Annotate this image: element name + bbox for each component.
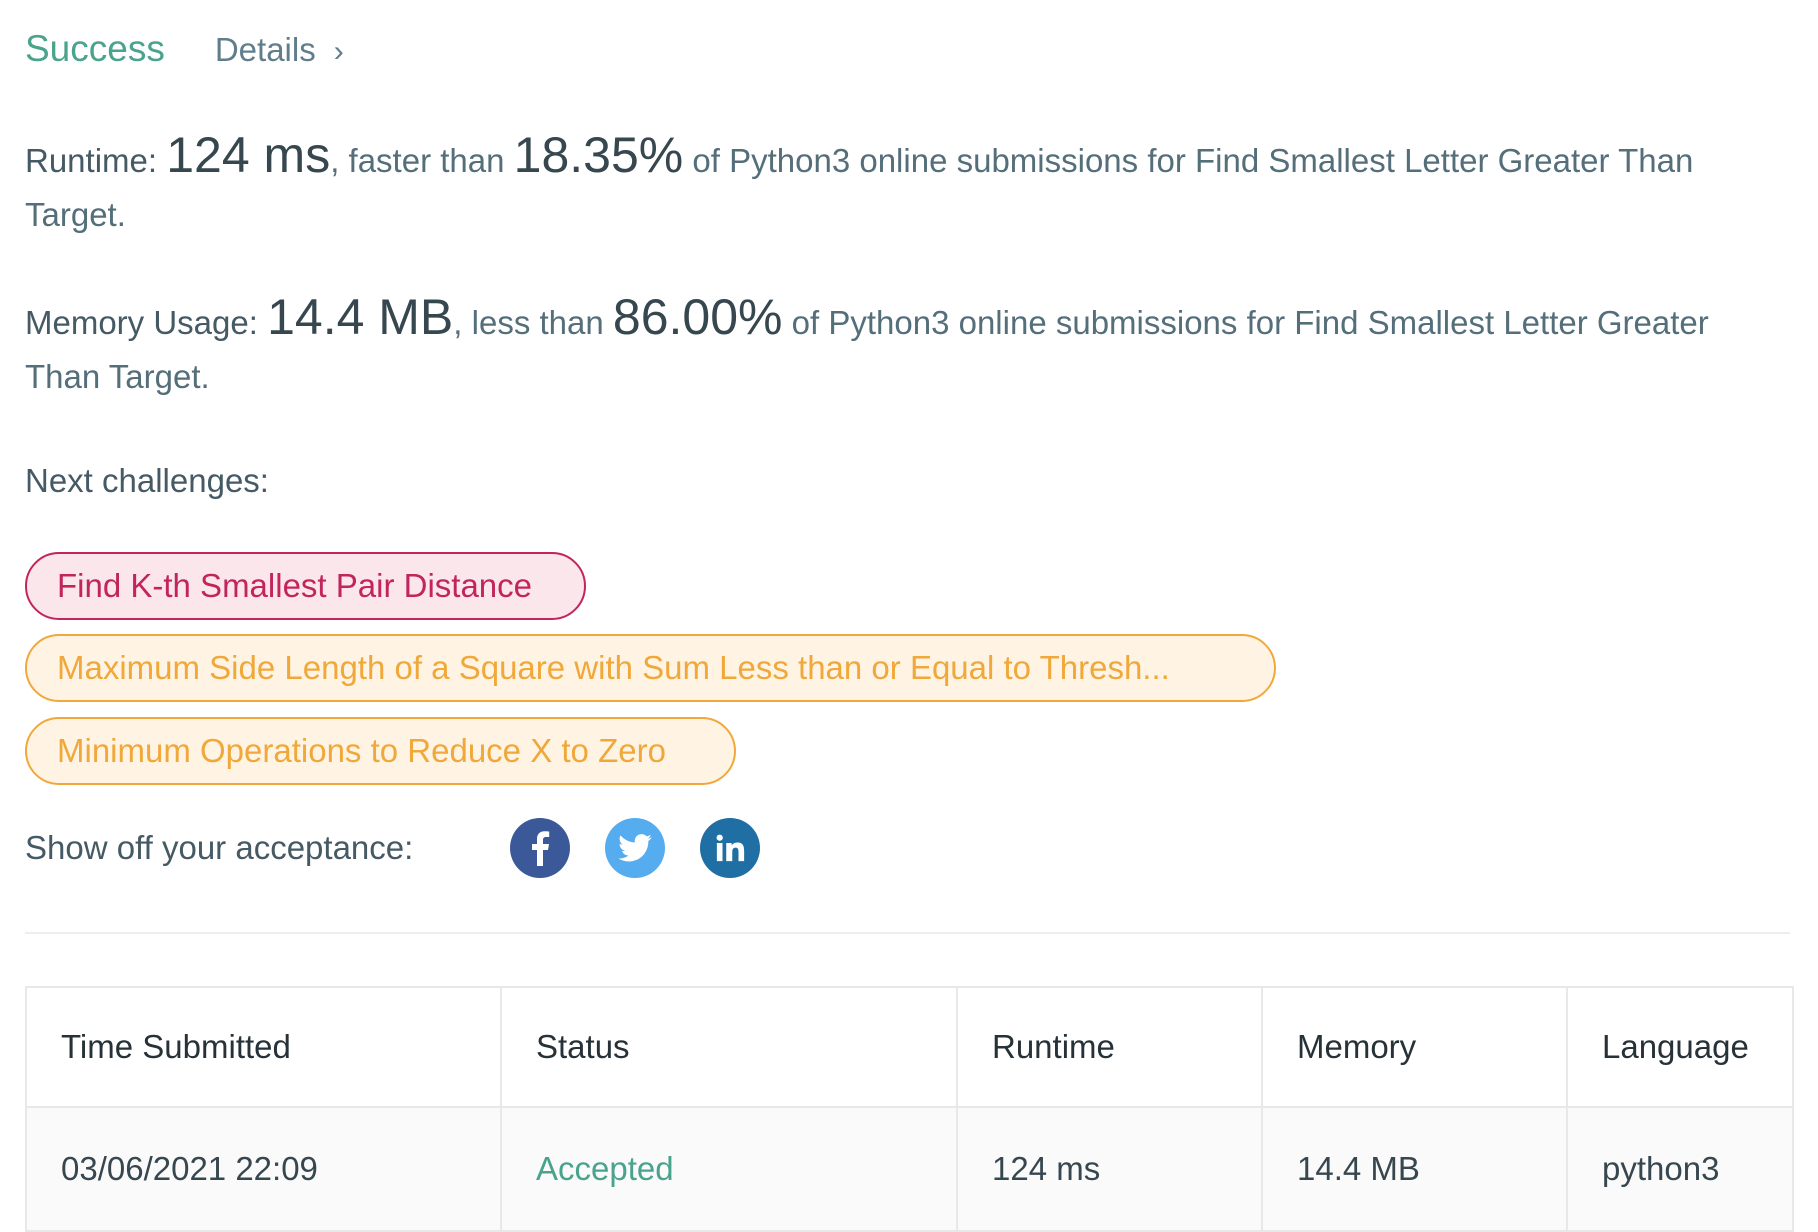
next-challenges-label: Next challenges: — [25, 462, 269, 499]
chevron-right-icon: › — [333, 35, 344, 68]
challenge-chip-hard[interactable]: Find K-th Smallest Pair Distance — [25, 552, 586, 620]
share-label: Show off your acceptance: — [25, 829, 414, 866]
cell-status-link[interactable]: Accepted — [500, 1106, 958, 1232]
column-header-status[interactable]: Status — [500, 986, 958, 1108]
divider — [25, 932, 1790, 934]
facebook-icon[interactable] — [510, 818, 570, 878]
column-header-runtime[interactable]: Runtime — [956, 986, 1263, 1108]
memory-comparison: , less than — [453, 304, 604, 341]
challenge-chip-medium[interactable]: Minimum Operations to Reduce X to Zero — [25, 717, 736, 785]
runtime-label: Runtime: — [25, 142, 158, 179]
details-link[interactable]: Details › — [215, 31, 344, 69]
challenge-chip-medium[interactable]: Maximum Side Length of a Square with Sum… — [25, 634, 1276, 702]
table-row: 03/06/2021 22:09 Accepted 124 ms 14.4 MB… — [25, 1106, 1794, 1232]
details-label: Details — [214, 31, 316, 68]
facebook-glyph — [532, 831, 550, 866]
cell-language: python3 — [1566, 1106, 1794, 1232]
runtime-value: 124 ms — [166, 127, 331, 183]
share-row: Show off your acceptance: — [25, 818, 760, 878]
runtime-comparison: , faster than — [330, 142, 505, 179]
runtime-summary: Runtime: 124 ms, faster than 18.35% of P… — [25, 128, 1790, 242]
result-header: Success Details › — [25, 28, 344, 70]
cell-runtime: 124 ms — [956, 1106, 1263, 1232]
table-header-row: Time Submitted Status Runtime Memory Lan… — [25, 986, 1794, 1108]
twitter-glyph — [618, 834, 652, 862]
memory-percent: 86.00% — [612, 289, 783, 345]
submissions-table: Time Submitted Status Runtime Memory Lan… — [25, 986, 1794, 1232]
twitter-icon[interactable] — [605, 818, 665, 878]
linkedin-glyph — [716, 834, 745, 862]
runtime-percent: 18.35% — [513, 127, 684, 183]
cell-time-submitted: 03/06/2021 22:09 — [25, 1106, 502, 1232]
memory-summary: Memory Usage: 14.4 MB, less than 86.00% … — [25, 290, 1790, 404]
column-header-memory[interactable]: Memory — [1261, 986, 1568, 1108]
status-title: Success — [25, 28, 165, 69]
linkedin-icon[interactable] — [700, 818, 760, 878]
memory-label: Memory Usage: — [25, 304, 258, 341]
cell-memory: 14.4 MB — [1261, 1106, 1568, 1232]
memory-value: 14.4 MB — [267, 289, 454, 345]
column-header-language[interactable]: Language — [1566, 986, 1794, 1108]
column-header-time[interactable]: Time Submitted — [25, 986, 502, 1108]
